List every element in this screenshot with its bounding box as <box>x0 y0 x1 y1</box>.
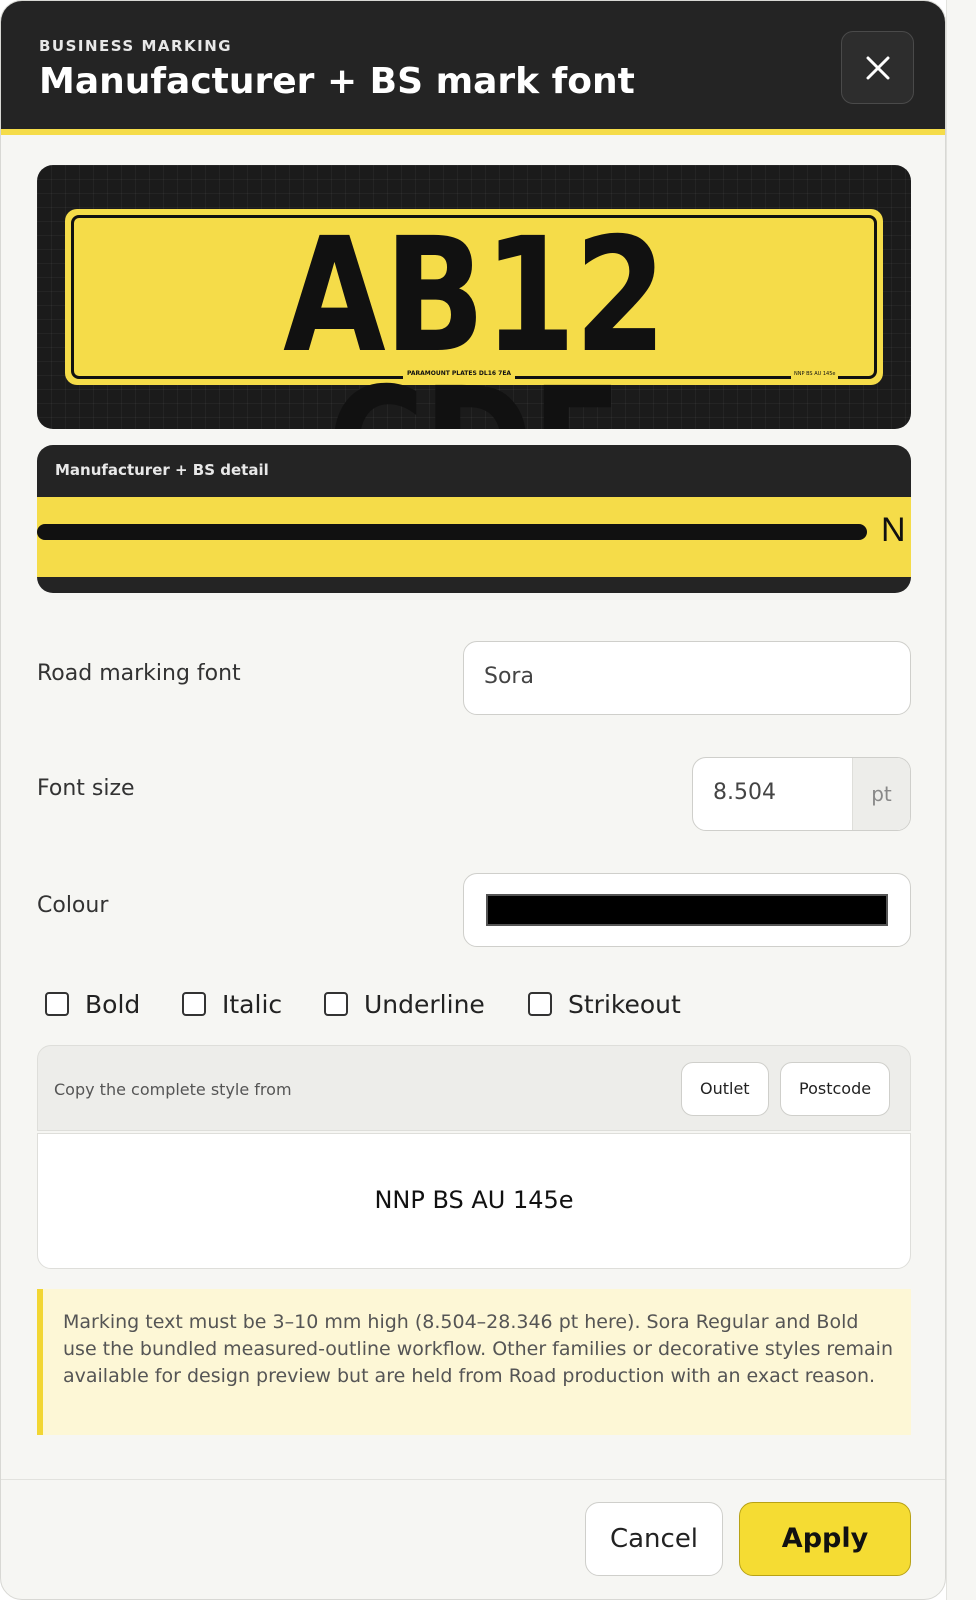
italic-label: Italic <box>222 989 283 1019</box>
underline-option[interactable]: Underline <box>324 987 485 1021</box>
scrollbar[interactable] <box>946 0 976 1600</box>
size-label: Font size <box>37 776 135 801</box>
notice-text: Marking text must be 3–10 mm high (8.504… <box>63 1311 893 1387</box>
footer-divider <box>1 1479 945 1480</box>
underline-checkbox[interactable] <box>324 992 348 1016</box>
dialog-eyebrow: BUSINESS MARKING <box>39 37 233 55</box>
sample-text: NNP BS AU 145e <box>374 1186 574 1214</box>
bold-option[interactable]: Bold <box>45 987 140 1021</box>
close-icon <box>866 56 889 79</box>
copy-outlet-button[interactable]: Outlet <box>681 1062 769 1116</box>
detail-label: Manufacturer + BS detail <box>55 461 269 479</box>
font-dialog: BUSINESS MARKING Manufacturer + BS mark … <box>0 0 946 1600</box>
bs-mark: NNP BS AU 145e <box>791 369 839 379</box>
detail-preview: Manufacturer + BS detail N <box>37 445 911 593</box>
plate-preview: AB12 CDE PARAMOUNT PLATES DL16 7EA NNP B… <box>37 165 911 429</box>
cancel-button[interactable]: Cancel <box>585 1502 723 1576</box>
apply-button[interactable]: Apply <box>739 1502 911 1576</box>
plate-registration: AB12 CDE <box>283 204 667 429</box>
italic-option[interactable]: Italic <box>182 987 282 1021</box>
font-input-value: Sora <box>484 664 534 689</box>
copy-style-label: Copy the complete style from <box>54 1080 292 1099</box>
underline-label: Underline <box>364 989 485 1019</box>
manufacturer-mark: PARAMOUNT PLATES DL16 7EA <box>403 369 516 379</box>
number-plate: AB12 CDE PARAMOUNT PLATES DL16 7EA NNP B… <box>65 209 883 429</box>
font-label: Road marking font <box>37 661 241 686</box>
detail-strip: N <box>37 497 911 577</box>
font-input[interactable]: Sora <box>463 641 911 715</box>
colour-input[interactable] <box>463 873 911 947</box>
copy-postcode-button[interactable]: Postcode <box>780 1062 891 1116</box>
info-notice: Marking text must be 3–10 mm high (8.504… <box>37 1289 911 1435</box>
dialog-header: BUSINESS MARKING Manufacturer + BS mark … <box>1 1 945 135</box>
colour-label: Colour <box>37 893 109 918</box>
close-button[interactable] <box>841 31 914 104</box>
sample-text-box: NNP BS AU 145e <box>37 1133 911 1269</box>
detail-character: N <box>881 511 906 549</box>
font-size-unit: pt <box>852 758 910 830</box>
dialog-title: Manufacturer + BS mark font <box>39 61 635 102</box>
copy-style-row: Copy the complete style from Outlet Post… <box>37 1045 911 1131</box>
bold-label: Bold <box>85 989 141 1019</box>
font-size-input[interactable]: 8.504 pt <box>692 757 911 831</box>
bold-checkbox[interactable] <box>45 992 69 1016</box>
colour-swatch <box>486 894 888 926</box>
font-size-value: 8.504 <box>713 780 776 805</box>
strikeout-label: Strikeout <box>568 989 681 1019</box>
strikeout-checkbox[interactable] <box>528 992 552 1016</box>
italic-checkbox[interactable] <box>182 992 206 1016</box>
strikeout-option[interactable]: Strikeout <box>528 987 681 1021</box>
detail-border-bar <box>37 524 867 540</box>
